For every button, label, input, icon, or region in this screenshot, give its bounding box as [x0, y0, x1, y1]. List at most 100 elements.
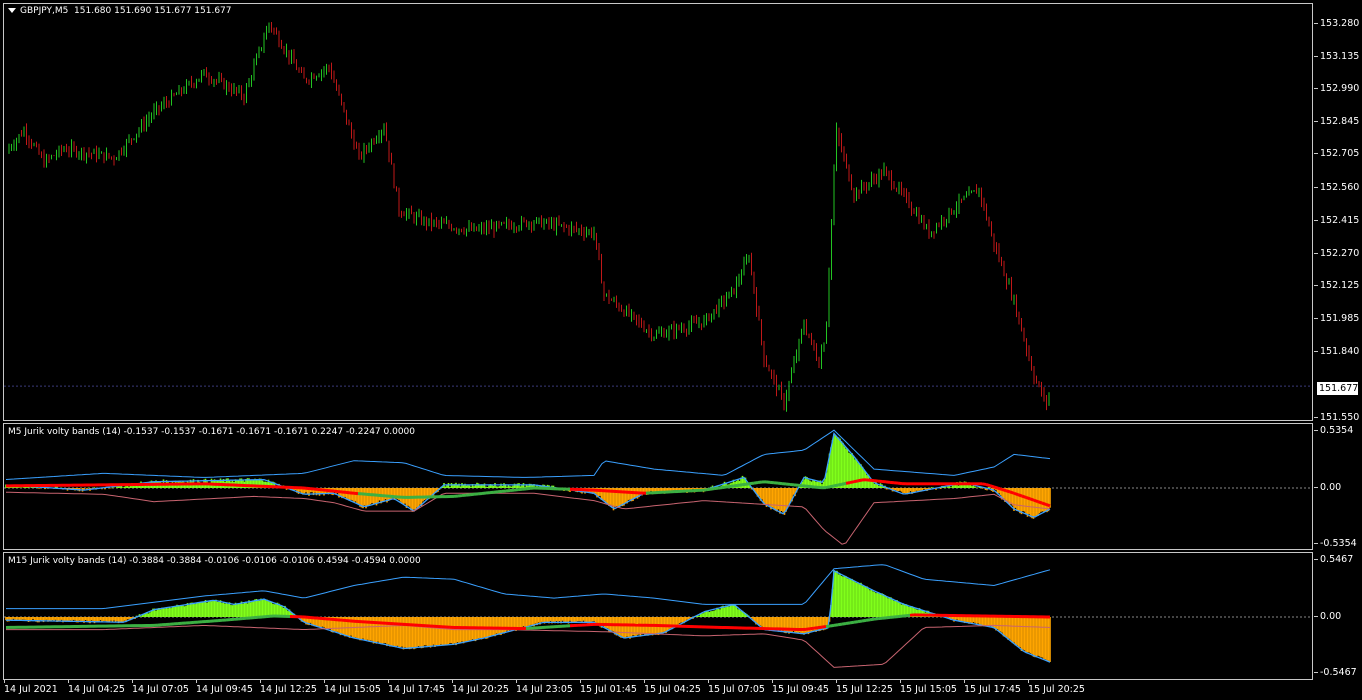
axis-tick-mark — [1314, 351, 1318, 352]
signal-line — [709, 487, 715, 491]
signal-line — [825, 624, 831, 629]
axis-tick-mark — [1314, 487, 1318, 488]
axis-tick-mark — [1314, 121, 1318, 122]
signal-line — [1005, 489, 1011, 494]
signal-line — [749, 481, 755, 486]
signal-line — [737, 483, 743, 487]
signal-line — [725, 484, 731, 489]
signal-line — [853, 620, 859, 624]
axis-tick-label: -0.5467 — [1320, 667, 1357, 678]
indicator1-pane[interactable]: M5 Jurik volty bands (14) -0.1537 -0.153… — [3, 423, 1313, 550]
time-tick-label: 14 Jul 12:25 — [260, 684, 317, 695]
time-tick-label: 15 Jul 20:25 — [1028, 684, 1085, 695]
signal-line — [837, 482, 843, 487]
signal-line — [985, 482, 991, 488]
axis-tick-mark — [1314, 56, 1318, 57]
axis-tick-mark — [1314, 220, 1318, 221]
indicator1-chart — [4, 429, 1312, 545]
time-tick-label: 14 Jul 2021 — [4, 684, 58, 695]
axis-tick-mark — [1314, 187, 1318, 188]
axis-tick-label: 152.705 — [1320, 148, 1360, 159]
lower-band — [6, 624, 1051, 668]
time-tick-mark — [196, 679, 197, 683]
signal-line — [1017, 493, 1023, 498]
indicator2-axis[interactable]: 0.5467 0.00 -0.5467 — [1314, 552, 1362, 680]
signal-line — [813, 626, 819, 630]
signal-line — [853, 479, 859, 484]
axis-tick-label: 151.840 — [1320, 346, 1360, 357]
axis-tick-mark — [1314, 253, 1318, 254]
ohlc-values: 151.680 151.690 151.677 151.677 — [74, 6, 232, 16]
signal-line — [1013, 491, 1019, 497]
signal-line — [845, 621, 851, 625]
signal-line — [857, 478, 863, 483]
signal-line — [745, 482, 751, 486]
time-tick-mark — [772, 679, 773, 683]
axis-tick-label: 0.5467 — [1320, 554, 1354, 565]
signal-line — [753, 481, 759, 485]
indicator2-pane[interactable]: M15 Jurik volty bands (14) -0.3884 -0.38… — [3, 552, 1313, 680]
axis-tick-mark — [1314, 672, 1318, 673]
lower-band — [5, 491, 1051, 545]
time-tick-mark — [452, 679, 453, 683]
axis-tick-mark — [1314, 430, 1318, 431]
signal-line — [825, 485, 831, 490]
indicator2-label: M15 Jurik volty bands (14) -0.3884 -0.38… — [8, 556, 421, 566]
signal-line — [733, 483, 739, 488]
signal-line — [829, 623, 835, 628]
signal-line — [837, 622, 843, 627]
current-price-marker: 151.677 — [1317, 382, 1359, 395]
signal-line — [997, 486, 1003, 491]
indicator1-label: M5 Jurik volty bands (14) -0.1537 -0.153… — [8, 427, 416, 437]
signal-line — [821, 625, 827, 629]
price-axis[interactable]: 153.280 153.135 152.990 152.845 152.705 152.5… — [1314, 3, 1362, 423]
time-tick-label: 14 Jul 20:25 — [452, 684, 509, 695]
signal-line — [993, 485, 999, 490]
time-tick-mark — [708, 679, 709, 683]
signal-line — [841, 481, 847, 486]
time-tick-mark — [900, 679, 901, 683]
signal-line — [829, 484, 835, 489]
indicator1-axis[interactable]: 0.5354 0.00 -0.5354 — [1314, 423, 1362, 550]
axis-tick-mark — [1314, 543, 1318, 544]
axis-tick-mark — [1314, 23, 1318, 24]
axis-tick-label: 152.990 — [1320, 83, 1360, 94]
signal-line — [729, 484, 735, 488]
time-tick-mark — [1028, 679, 1029, 683]
signal-line — [1041, 501, 1047, 506]
time-tick-label: 15 Jul 07:05 — [708, 684, 765, 695]
axis-tick-mark — [1314, 318, 1318, 319]
signal-line — [817, 625, 823, 630]
price-chart — [4, 21, 1312, 412]
signal-line — [845, 481, 851, 485]
signal-line — [1045, 503, 1051, 508]
time-tick-mark — [68, 679, 69, 683]
time-tick-label: 15 Jul 09:45 — [772, 684, 829, 695]
axis-tick-label: 151.985 — [1320, 313, 1360, 324]
axis-tick-label: 152.845 — [1320, 116, 1360, 127]
axis-tick-label: 153.135 — [1320, 51, 1360, 62]
signal-line — [713, 486, 719, 491]
axis-tick-mark — [1314, 559, 1318, 560]
axis-tick-label: 152.415 — [1320, 215, 1360, 226]
time-tick-label: 14 Jul 04:25 — [68, 684, 125, 695]
axis-tick-mark — [1314, 88, 1318, 89]
signal-line — [1009, 490, 1015, 495]
signal-line — [849, 620, 855, 625]
signal-line — [865, 618, 871, 622]
axis-tick-mark — [1314, 616, 1318, 617]
axis-tick-label: 0.5354 — [1320, 425, 1354, 436]
symbol-menu-icon[interactable] — [8, 8, 16, 13]
axis-tick-mark — [1314, 153, 1318, 154]
price-chart-pane[interactable]: GBPJPY,M5 151.680 151.690 151.677 151.67… — [3, 3, 1313, 421]
time-tick-label: 15 Jul 15:05 — [900, 684, 957, 695]
time-tick-mark — [964, 679, 965, 683]
signal-line — [1021, 494, 1027, 499]
signal-line — [833, 623, 839, 627]
time-tick-mark — [836, 679, 837, 683]
chart-symbol-header[interactable]: GBPJPY,M5 151.680 151.690 151.677 151.67… — [8, 6, 232, 16]
time-tick-mark — [516, 679, 517, 683]
upper-band — [5, 429, 1051, 480]
signal-line — [1037, 500, 1043, 505]
signal-line — [721, 485, 727, 490]
